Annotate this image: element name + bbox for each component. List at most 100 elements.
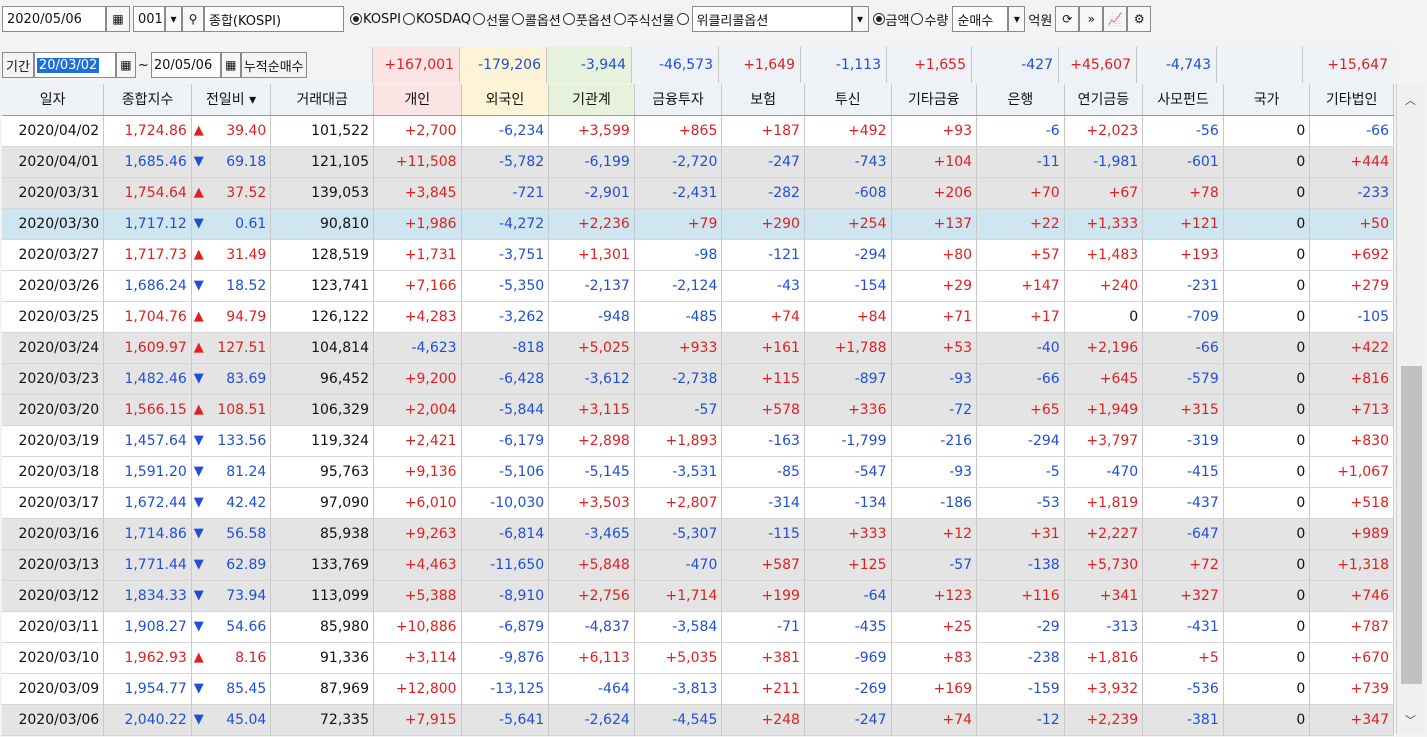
table-row[interactable]: 2020/03/17 1,672.44 ▼ 42.42 97,090 +6,010 -10,… xyxy=(2,487,1394,519)
radio-weekly[interactable] xyxy=(676,13,690,25)
mode-dropdown-icon[interactable]: ▾ xyxy=(1008,6,1026,32)
column-header-label: 금융투자 xyxy=(652,92,704,109)
table-row[interactable]: 2020/03/27 1,717.73 ▲ 31.49 128,519 +1,731 -3,… xyxy=(2,239,1394,271)
radio-weekly-icon xyxy=(676,13,689,25)
column-header[interactable]: 일자 xyxy=(2,84,105,116)
settings-icon[interactable]: ⚙ xyxy=(1127,6,1152,32)
down-triangle-icon: ▼ xyxy=(193,432,204,448)
table-row[interactable]: 2020/03/24 1,609.97 ▲ 127.51 104,814 -4,623 -8… xyxy=(2,332,1394,364)
scroll-thumb[interactable] xyxy=(1401,366,1422,684)
column-header[interactable]: 보험 xyxy=(721,84,805,116)
vertical-scrollbar[interactable]: ︿ ﹀ xyxy=(1396,84,1425,734)
column-header[interactable]: 기관계 xyxy=(548,84,635,116)
table-row[interactable]: 2020/03/13 1,771.44 ▼ 62.89 133,769 +4,463 -11… xyxy=(2,549,1394,581)
column-header[interactable]: 종합지수 xyxy=(103,84,192,116)
search-icon[interactable]: ⚲ xyxy=(182,6,204,32)
period-to-field[interactable]: 20/05/06 xyxy=(150,52,221,78)
column-header[interactable]: 은행 xyxy=(976,84,1065,116)
date-cell: 2020/03/20 xyxy=(2,394,105,426)
value-cell: +248 xyxy=(721,704,805,736)
value-cell: -709 xyxy=(1142,301,1224,333)
calendar-icon[interactable]: ▦ xyxy=(106,6,130,32)
table-row[interactable]: 2020/03/26 1,686.24 ▼ 18.52 123,741 +7,166 -5,… xyxy=(2,270,1394,302)
sort-dropdown-icon[interactable]: ▾ xyxy=(245,92,256,108)
volume-cell: 101,522 xyxy=(270,115,374,147)
radio-call[interactable]: 콜옵션 xyxy=(511,10,561,29)
radio-stock-futures-label: 주식선물 xyxy=(626,13,675,29)
refresh-icon[interactable]: ⟳ xyxy=(1055,6,1080,32)
value-cell: 0 xyxy=(1223,301,1311,333)
code-dropdown-icon[interactable]: ▾ xyxy=(165,6,182,32)
scroll-down-icon[interactable]: ﹀ xyxy=(1405,712,1416,728)
table-row[interactable]: 2020/03/20 1,566.15 ▲ 108.51 106,329 +2,004 -5… xyxy=(2,394,1394,426)
table-row[interactable]: 2020/03/23 1,482.46 ▼ 83.69 96,452 +9,200 -6,4… xyxy=(2,363,1394,395)
value-cell: -547 xyxy=(804,456,892,488)
value-cell: +9,136 xyxy=(373,456,462,488)
down-triangle-icon: ▼ xyxy=(193,370,204,386)
column-header[interactable]: 기타금융 xyxy=(891,84,978,116)
column-header[interactable]: 전일비 ▾ xyxy=(191,84,272,116)
value-cell: -435 xyxy=(804,611,892,643)
value-cell: +2,700 xyxy=(373,115,462,147)
table-row[interactable]: 2020/03/19 1,457.64 ▼ 133.56 119,324 +2,421 -6… xyxy=(2,425,1394,457)
table-row[interactable]: 2020/03/25 1,704.76 ▲ 94.79 126,122 +4,283 -3,… xyxy=(2,301,1394,333)
table-row[interactable]: 2020/03/11 1,908.27 ▼ 54.66 85,980 +10,886 -6,… xyxy=(2,611,1394,643)
value-cell: +7,915 xyxy=(373,704,462,736)
column-header[interactable]: 사모펀드 xyxy=(1142,84,1224,116)
radio-kospi[interactable]: KOSPI xyxy=(350,12,401,27)
table-row[interactable]: 2020/04/02 1,724.86 ▲ 39.40 101,522 +2,700 -6,… xyxy=(2,115,1394,147)
table-row[interactable]: 2020/04/01 1,685.46 ▼ 69.18 121,105 +11,508 -5… xyxy=(2,146,1394,178)
column-header[interactable]: 기타법인 xyxy=(1309,84,1394,116)
table-row[interactable]: 2020/03/12 1,834.33 ▼ 73.94 113,099 +5,388 -8,… xyxy=(2,580,1394,612)
value-cell: +25 xyxy=(891,611,978,643)
down-triangle-icon: ▼ xyxy=(193,277,204,293)
code-field[interactable]: 001 xyxy=(133,6,165,32)
index-cell: 1,908.27 xyxy=(103,611,192,643)
index-cell: 1,457.64 xyxy=(103,425,192,457)
value-cell: +6,010 xyxy=(373,487,462,519)
column-header[interactable]: 거래대금 xyxy=(270,84,374,116)
column-header[interactable]: 국가 xyxy=(1223,84,1311,116)
change-value: 108.51 xyxy=(217,401,267,418)
radio-stock-futures[interactable]: 주식선물 xyxy=(613,10,675,29)
table-row[interactable]: 2020/03/18 1,591.20 ▼ 81.24 95,763 +9,136 -5,1… xyxy=(2,456,1394,488)
change-cell: ▼ 62.89 xyxy=(191,549,272,581)
value-cell: +645 xyxy=(1064,363,1144,395)
period-from-field[interactable]: 20/03/02 xyxy=(33,52,116,78)
radio-futures[interactable]: 선물 xyxy=(472,10,510,29)
to-calendar-icon[interactable]: ▦ xyxy=(220,52,241,78)
table-row[interactable]: 2020/03/16 1,714.86 ▼ 56.58 85,938 +9,263 -6,8… xyxy=(2,518,1394,550)
radio-quantity[interactable]: 수량 xyxy=(911,10,948,29)
radio-put[interactable]: 풋옵션 xyxy=(562,10,612,29)
scroll-up-icon[interactable]: ︿ xyxy=(1405,92,1416,108)
radio-amount[interactable]: 금액 xyxy=(872,10,909,29)
date-field[interactable]: 2020/05/06 xyxy=(2,6,106,32)
value-cell: +2,023 xyxy=(1064,115,1144,147)
table-row[interactable]: 2020/03/06 2,040.22 ▼ 45.04 72,335 +7,915 -5,6… xyxy=(2,704,1394,736)
column-header[interactable]: 개인 xyxy=(373,84,462,116)
value-cell: -6,428 xyxy=(461,363,550,395)
value-cell: +2,239 xyxy=(1064,704,1144,736)
chart-icon[interactable]: 📈 xyxy=(1103,6,1128,32)
from-calendar-icon[interactable]: ▦ xyxy=(115,52,136,78)
value-cell: +290 xyxy=(721,208,805,240)
table-row[interactable]: 2020/03/10 1,962.93 ▲ 8.16 91,336 +3,114 -9,87… xyxy=(2,642,1394,674)
column-header[interactable]: 외국인 xyxy=(461,84,550,116)
column-header[interactable]: 연기금등 xyxy=(1064,84,1144,116)
column-header[interactable]: 투신 xyxy=(804,84,892,116)
date-cell: 2020/03/12 xyxy=(2,580,105,612)
weekly-dropdown-icon[interactable]: ▾ xyxy=(851,6,869,32)
value-cell: -6,814 xyxy=(461,518,550,550)
mode-select[interactable]: 순매수 xyxy=(952,6,1009,32)
value-cell: +347 xyxy=(1309,704,1394,736)
value-cell: +147 xyxy=(976,270,1065,302)
table-row[interactable]: 2020/03/30 1,717.12 ▼ 0.61 90,810 +1,986 -4,27… xyxy=(2,208,1394,240)
value-cell: -319 xyxy=(1142,425,1224,457)
table-row[interactable]: 2020/03/09 1,954.77 ▼ 85.45 87,969 +12,800 -13… xyxy=(2,673,1394,705)
table-row[interactable]: 2020/03/31 1,754.64 ▲ 37.52 139,053 +3,845 -72… xyxy=(2,177,1394,209)
radio-kosdaq[interactable]: KOSDAQ xyxy=(402,12,471,27)
value-cell: -6,234 xyxy=(461,115,550,147)
weekly-option-select[interactable]: 위클리콜옵션 xyxy=(691,6,852,32)
next-icon[interactable]: » xyxy=(1079,6,1104,32)
column-header[interactable]: 금융투자 xyxy=(634,84,723,116)
